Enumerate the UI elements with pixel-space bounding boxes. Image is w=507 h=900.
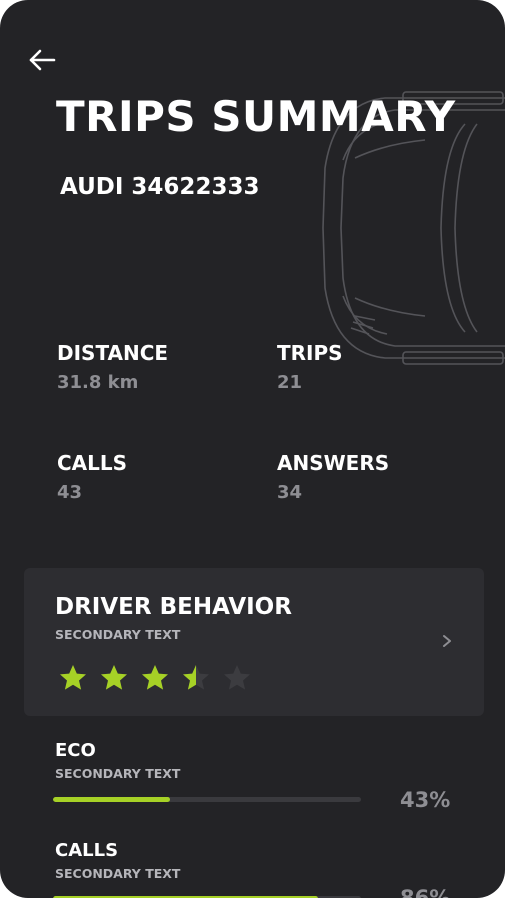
arrow-left-icon: [29, 49, 56, 71]
metric-calls: CALLS SECONDARY TEXT: [55, 840, 180, 881]
stat-distance: DISTANCE 31.8 km: [57, 341, 168, 393]
driver-behavior-card[interactable]: DRIVER BEHAVIOR SECONDARY TEXT: [24, 568, 484, 716]
metric-subtitle: SECONDARY TEXT: [55, 766, 181, 781]
stat-label: DISTANCE: [57, 341, 169, 365]
stat-trips: TRIPS 21: [277, 341, 343, 393]
vehicle-name: AUDI 34622333: [60, 174, 260, 200]
metric-eco-progress-fill: [53, 797, 171, 802]
metric-title: CALLS: [55, 840, 119, 861]
driver-behavior-title: DRIVER BEHAVIOR: [55, 594, 292, 620]
chevron-right-icon: [443, 635, 451, 647]
stat-label: CALLS: [57, 451, 128, 475]
star-icon: [101, 665, 127, 690]
stat-value: 43: [57, 482, 83, 503]
star-icon: [224, 665, 250, 690]
star-icon: [183, 665, 209, 690]
metric-title: ECO: [55, 740, 96, 761]
metric-eco-progress-track: [53, 797, 361, 802]
stat-value: 31.8 km: [57, 372, 139, 393]
metric-eco: ECO SECONDARY TEXT: [55, 740, 180, 781]
stat-value: 34: [277, 482, 303, 503]
metric-eco-percent: 43%: [400, 788, 451, 812]
metric-subtitle: SECONDARY TEXT: [55, 866, 181, 881]
stat-answers: ANSWERS 34: [277, 451, 389, 503]
metric-calls-progress-fill: [53, 896, 318, 898]
metric-calls-progress-track: [53, 896, 361, 898]
back-button[interactable]: [28, 46, 58, 74]
driver-behavior-subtitle: SECONDARY TEXT: [55, 627, 181, 642]
stat-label: ANSWERS: [277, 451, 390, 475]
metric-calls-percent: 86%: [400, 886, 451, 898]
stat-value: 21: [277, 372, 303, 393]
page-title: TRIPS SUMMARY: [56, 92, 456, 141]
star-icon: [60, 665, 86, 690]
star-icon: [142, 665, 168, 690]
stat-label: TRIPS: [277, 341, 343, 365]
phone-screen: TRIPS SUMMARY AUDI 34622333 DISTANCE 31.…: [0, 0, 505, 898]
stat-calls: CALLS 43: [57, 451, 127, 503]
